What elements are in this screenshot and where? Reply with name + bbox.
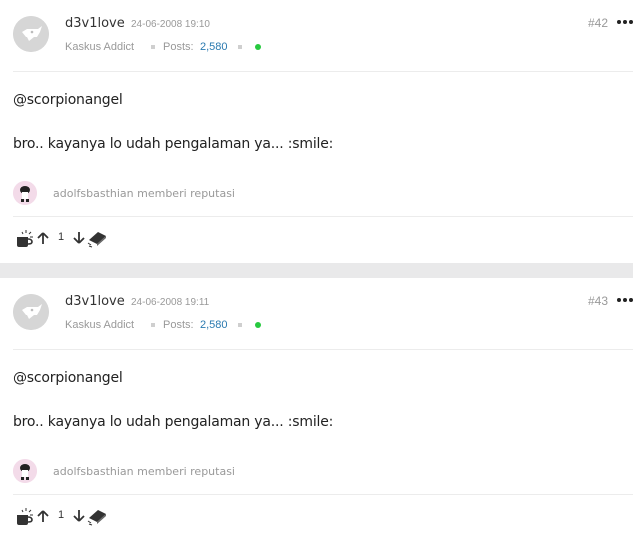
post-number[interactable]: #42 — [588, 16, 608, 30]
online-status-indicator — [255, 44, 261, 50]
coffee-cup-icon[interactable] — [13, 504, 37, 528]
divider — [13, 494, 633, 495]
arrow-down-icon[interactable] — [73, 231, 85, 245]
post-datetime: 24-06-2008 19:10 — [131, 19, 210, 30]
online-status-indicator — [255, 322, 261, 328]
user-avatar[interactable] — [13, 294, 49, 330]
reputation-avatar[interactable] — [13, 181, 37, 205]
reputation-text: adolfsbasthian memberi reputasi — [53, 187, 235, 200]
post-datetime: 24-06-2008 19:11 — [131, 297, 210, 308]
arrow-down-icon[interactable] — [73, 509, 85, 523]
more-dots-icon[interactable] — [617, 15, 633, 29]
post-43: d3v1love 24-06-2008 19:11 Kaskus Addict … — [0, 278, 633, 537]
meta-separator — [238, 45, 242, 49]
post-number[interactable]: #43 — [588, 294, 608, 308]
quote-icon[interactable] — [86, 506, 108, 526]
arrow-up-icon[interactable] — [37, 509, 49, 523]
vote-count: 1 — [58, 231, 65, 243]
more-dots-icon[interactable] — [617, 293, 633, 307]
reputation-text: adolfsbasthian memberi reputasi — [53, 465, 235, 478]
user-rank: Kaskus Addict — [65, 41, 135, 53]
mention-text[interactable]: @scorpionangel — [13, 92, 123, 108]
divider — [13, 349, 633, 350]
post-42: d3v1love 24-06-2008 19:10 Kaskus Addict … — [0, 0, 633, 263]
post-message: bro.. kayanya lo udah pengalaman ya... :… — [13, 414, 334, 430]
user-avatar[interactable] — [13, 16, 49, 52]
meta-separator — [151, 323, 155, 327]
user-rank: Kaskus Addict — [65, 319, 135, 331]
vote-count: 1 — [58, 509, 65, 521]
post-separator — [0, 263, 633, 278]
posts-count: 2,580 — [200, 319, 228, 331]
post-message: bro.. kayanya lo udah pengalaman ya... :… — [13, 136, 334, 152]
arrow-up-icon[interactable] — [37, 231, 49, 245]
posts-label: Posts: — [163, 41, 194, 53]
posts-label: Posts: — [163, 319, 194, 331]
posts-count: 2,580 — [200, 41, 228, 53]
username[interactable]: d3v1love — [65, 16, 125, 31]
coffee-cup-icon[interactable] — [13, 226, 37, 250]
mention-text[interactable]: @scorpionangel — [13, 370, 123, 386]
quote-icon[interactable] — [86, 228, 108, 248]
username[interactable]: d3v1love — [65, 294, 125, 309]
divider — [13, 71, 633, 72]
reputation-avatar[interactable] — [13, 459, 37, 483]
divider — [13, 216, 633, 217]
meta-separator — [151, 45, 155, 49]
meta-separator — [238, 323, 242, 327]
